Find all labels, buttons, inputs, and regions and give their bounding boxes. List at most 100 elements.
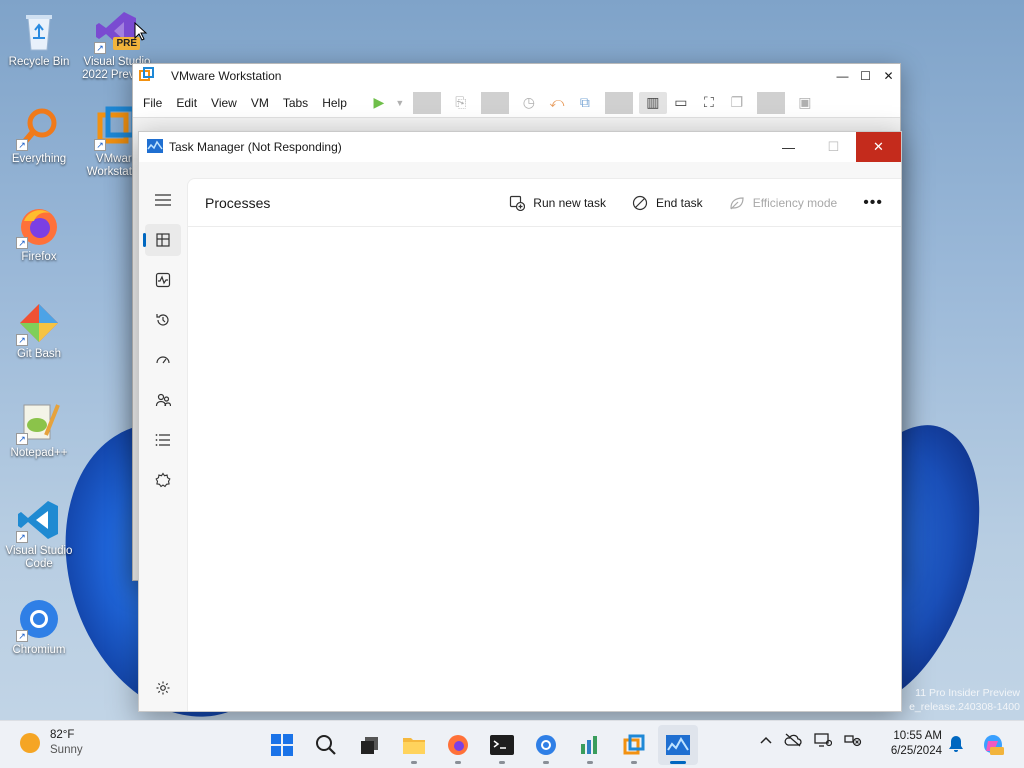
desktop-icon-firefox[interactable]: ↗ Firefox [0, 203, 78, 264]
everything-search-icon: ↗ [16, 105, 62, 151]
more-options-button[interactable]: ••• [863, 194, 883, 212]
network-icon[interactable] [844, 733, 862, 747]
maximize-button[interactable]: ☐ [854, 69, 877, 83]
power-on-icon[interactable]: ▶ [365, 92, 393, 114]
details-icon [155, 434, 170, 446]
running-indicator [455, 761, 461, 764]
vmware-app-icon [139, 66, 155, 86]
shortcut-arrow-icon: ↗ [16, 531, 28, 543]
maximize-button[interactable]: ☐ [811, 132, 856, 162]
snapshot-icon[interactable]: ◷ [515, 92, 543, 114]
running-indicator [631, 761, 637, 764]
git-gui-icon [581, 736, 597, 754]
taskbar-git-gui[interactable] [570, 725, 610, 765]
nav-processes[interactable] [143, 224, 181, 256]
nav-startup-apps[interactable] [145, 344, 181, 376]
taskbar-firefox[interactable] [438, 725, 478, 765]
full-screen-icon[interactable]: ⛶ [695, 92, 723, 114]
page-title: Processes [205, 194, 271, 211]
onedrive-offline-icon[interactable] [784, 733, 802, 747]
send-ctrl-alt-del-icon[interactable]: ⎘ [447, 92, 475, 114]
vmware-titlebar[interactable]: VMware Workstation — ☐ ✕ [133, 64, 900, 88]
display-icon[interactable] [814, 733, 832, 747]
taskbar-terminal[interactable] [482, 725, 522, 765]
revert-snapshot-icon[interactable]: ⤺ [543, 92, 571, 114]
clock-time: 10:55 AM [893, 730, 942, 742]
shortcut-arrow-icon: ↗ [16, 237, 28, 249]
menu-edit[interactable]: Edit [176, 96, 197, 110]
hamburger-menu-icon[interactable] [145, 184, 181, 216]
shortcut-arrow-icon: ↗ [16, 334, 28, 346]
thumbnail-bar-icon[interactable]: ▭ [667, 92, 695, 114]
shortcut-arrow-icon: ↗ [94, 42, 106, 54]
end-task-button[interactable]: End task [632, 195, 703, 211]
unity-icon[interactable]: ❐ [723, 92, 751, 114]
taskbar-vmware[interactable] [614, 725, 654, 765]
menu-file[interactable]: File [143, 96, 162, 110]
running-indicator [670, 761, 686, 764]
menu-view[interactable]: View [211, 96, 237, 110]
running-indicator [411, 761, 417, 764]
watermark-line: e_release.240308-1400 [909, 701, 1020, 713]
taskbar-apps [262, 725, 702, 765]
taskbar-chromium[interactable] [526, 725, 566, 765]
nav-settings[interactable] [145, 672, 181, 704]
power-dropdown-icon[interactable]: ▼ [393, 92, 407, 114]
clock-date: 6/25/2024 [890, 745, 942, 757]
watermark-line: 11 Pro Insider Preview [915, 687, 1020, 699]
task-manager-titlebar[interactable]: Task Manager (Not Responding) — ☐ ✕ [139, 132, 901, 162]
running-indicator [543, 761, 549, 764]
taskbar-file-explorer[interactable] [394, 725, 434, 765]
taskbar: 82°F Sunny 10:55 AM 6/25/2024 [0, 720, 1024, 768]
search-button[interactable] [306, 725, 346, 765]
users-icon [155, 393, 171, 407]
task-manager-app-icon [147, 138, 163, 156]
vmware-toolbar: ▶ ▼ ⎘ ◷ ⤺ ⧉ ▥ ▭ ⛶ ❐ ▣ [365, 91, 819, 114]
running-indicator [499, 761, 505, 764]
snapshot-manager-icon[interactable]: ⧉ [571, 92, 599, 114]
toolbar-separator [756, 91, 785, 114]
clock[interactable]: 10:55 AM 6/25/2024 [888, 729, 942, 759]
copilot-pre-icon[interactable] [980, 731, 1006, 760]
desktop-icon-chromium[interactable]: ↗ Chromium [0, 596, 78, 657]
close-button[interactable]: ✕ [877, 69, 900, 83]
menu-tabs[interactable]: Tabs [283, 96, 308, 110]
weather-temperature: 82°F [50, 729, 75, 741]
desktop-icon-label: Firefox [21, 251, 57, 263]
desktop-icon-label: Visual Studio Code [5, 545, 73, 570]
menu-help[interactable]: Help [322, 96, 347, 110]
mouse-cursor-icon [134, 22, 148, 41]
notification-bell-icon[interactable] [948, 735, 964, 756]
efficiency-mode-label: Efficiency mode [752, 195, 838, 210]
weather-widget[interactable]: 82°F Sunny [20, 728, 83, 758]
file-explorer-icon [403, 738, 425, 754]
run-new-task-button[interactable]: Run new task [509, 195, 606, 211]
nav-performance[interactable] [145, 264, 181, 296]
terminal-icon [490, 735, 514, 755]
desktop-icon-git-bash[interactable]: ↗ Git Bash [0, 300, 78, 361]
start-button[interactable] [262, 725, 302, 765]
desktop-icon-recycle-bin[interactable]: Recycle Bin [0, 8, 78, 69]
minimize-button[interactable]: — [766, 132, 811, 162]
nav-app-history[interactable] [145, 304, 181, 336]
vscode-icon: ↗ [16, 497, 62, 543]
nav-services[interactable] [145, 464, 181, 496]
show-library-icon[interactable]: ▥ [638, 91, 667, 114]
efficiency-mode-button[interactable]: Efficiency mode [729, 195, 838, 211]
taskbar-task-manager[interactable] [658, 725, 698, 765]
windows-logo-icon [271, 734, 293, 756]
minimize-button[interactable]: — [831, 69, 854, 83]
desktop-icon-vscode[interactable]: ↗ Visual Studio Code [0, 497, 78, 571]
processes-page: Processes Run new task End task Efficien… [187, 178, 901, 711]
task-view-button[interactable] [350, 725, 390, 765]
menu-vm[interactable]: VM [251, 96, 269, 110]
desktop-icon-notepadpp[interactable]: ↗ Notepad++ [0, 399, 78, 460]
services-icon [155, 472, 171, 488]
chromium-icon: ↗ [16, 596, 62, 642]
desktop-icon-everything[interactable]: ↗ Everything [0, 105, 78, 166]
nav-details[interactable] [145, 424, 181, 456]
close-button[interactable]: ✕ [856, 132, 901, 162]
nav-users[interactable] [145, 384, 181, 416]
chevron-up-icon[interactable] [760, 736, 772, 744]
console-view-icon[interactable]: ▣ [791, 92, 819, 114]
